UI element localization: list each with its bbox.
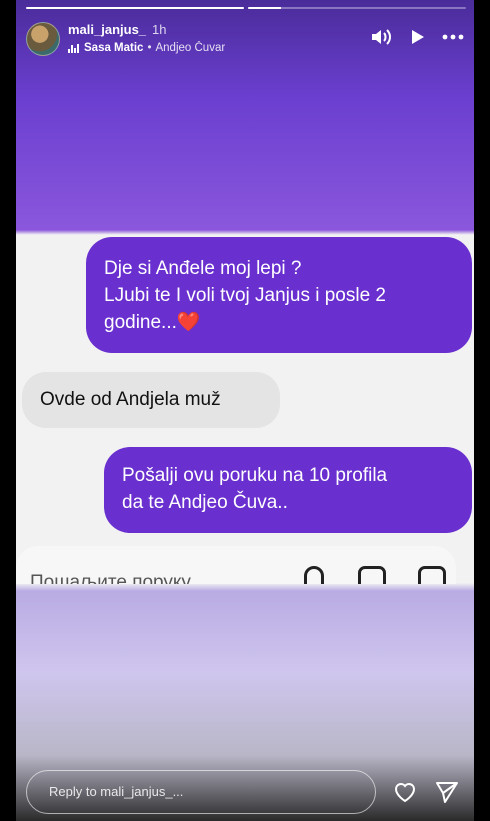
progress-segment-2 [248, 7, 466, 9]
story-progress [26, 7, 466, 9]
message-line: Pošalji ovu poruku na 10 profila [122, 465, 388, 486]
send-icon[interactable] [434, 780, 460, 804]
music-info[interactable]: Sasa Matic • Andjeo Čuvar [68, 42, 225, 54]
avatar[interactable] [26, 22, 60, 56]
message-bubble-outgoing: Dje si Anđele moj lepi ? LJubi te I voli… [86, 237, 472, 353]
more-icon[interactable] [442, 28, 464, 46]
music-bars-icon [68, 43, 80, 53]
message-line: LJubi te I voli tvoj Janjus i posle 2 [104, 285, 386, 306]
reply-input[interactable]: Reply to mali_janjus_... [26, 770, 376, 814]
message-bubble-incoming: Ovde od Andjela muž [22, 372, 280, 428]
music-separator: • [147, 42, 152, 54]
message-line: da te Andjeo Čuva.. [122, 492, 288, 513]
sticker-icon [418, 566, 446, 584]
heart-emoji: ❤️ [176, 312, 201, 333]
username[interactable]: mali_janjus_ 1h [68, 22, 167, 37]
message-line: Dje si Anđele moj lepi ? [104, 258, 302, 279]
message-bubble-outgoing: Pošalji ovu poruku na 10 profila da te A… [104, 447, 472, 533]
post-time: 1h [152, 22, 167, 37]
music-artist: Sasa Matic [84, 42, 144, 54]
message-input-bar: Пошаљите поруку... [16, 546, 456, 584]
story-frame: mali_janjus_ 1h Sasa Matic • Andjeo Čuvar… [16, 0, 474, 821]
message-line: godine... [104, 312, 177, 333]
reply-placeholder: Reply to mali_janjus_... [49, 784, 184, 799]
microphone-icon [304, 566, 324, 584]
music-song: Andjeo Čuvar [155, 42, 226, 54]
story-header: mali_janjus_ 1h Sasa Matic • Andjeo Čuvar [26, 18, 464, 62]
message-input-placeholder: Пошаљите поруку... [30, 572, 205, 584]
volume-icon[interactable] [370, 28, 392, 46]
image-icon [358, 566, 386, 584]
message-line: Ovde od Andjela muž [40, 389, 221, 410]
progress-segment-1 [26, 7, 244, 9]
heart-icon[interactable] [392, 780, 418, 804]
play-icon[interactable] [406, 28, 428, 46]
